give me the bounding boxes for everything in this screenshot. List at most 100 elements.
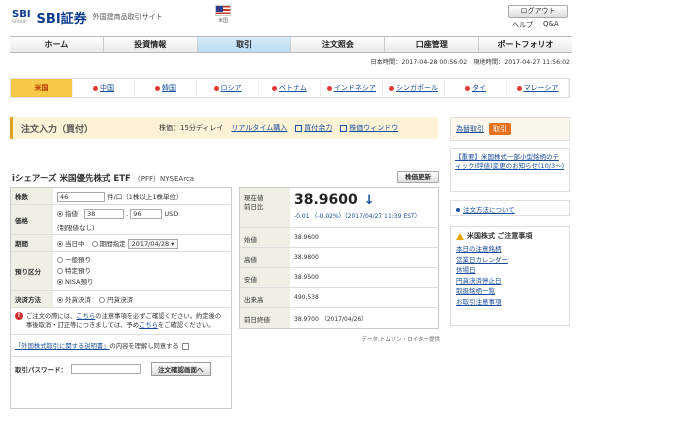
price-note: (制限値なし) <box>57 224 95 232</box>
refresh-price-button[interactable]: 株価更新 <box>397 171 439 183</box>
caution-link[interactable]: 取扱銘柄一覧 <box>456 286 564 297</box>
down-arrow-icon: ↓ <box>363 193 375 208</box>
quote-table: 現在値 前日比 38.9600 ↓ -0.01 （-0.02%）（2017/04/2… <box>239 187 439 329</box>
warning-icon <box>456 232 464 240</box>
tab-vietnam[interactable]: ベトナム <box>259 79 321 97</box>
price-unit: USD <box>164 210 179 218</box>
explanation-doc-link[interactable]: 「外国株式取引に関する説明書」 <box>15 343 109 350</box>
stock-name: iシェアーズ 米国優先株式 ETF <box>12 174 131 184</box>
tab-china[interactable]: 中国 <box>73 79 135 97</box>
quote-row: 出来高 490,538 <box>240 288 438 308</box>
period-specified-label: 期間指定 <box>99 240 126 248</box>
price-change: -0.01 （-0.02%）（2017/04/27 11:39 EST） <box>294 213 421 220</box>
agree-text: の内容を理解し同意する <box>109 343 179 350</box>
caution-link[interactable]: 円貨決済停止日 <box>456 276 564 287</box>
caution-link[interactable]: 休場日 <box>456 265 564 276</box>
password-input[interactable] <box>71 364 141 374</box>
howto-link[interactable]: 注文方法について <box>463 206 515 214</box>
limit-radio[interactable] <box>57 211 63 217</box>
alert-icon: ! <box>15 312 23 320</box>
chart-icon <box>340 124 348 132</box>
period-today-radio[interactable] <box>57 241 63 247</box>
logout-button[interactable]: ログアウト <box>508 5 568 18</box>
tab-us[interactable]: 米国 <box>11 79 73 97</box>
settle-foreign-radio[interactable] <box>57 297 63 303</box>
price-label: 価格 <box>11 205 53 234</box>
tab-singapore[interactable]: シンガポール <box>383 79 445 97</box>
password-row: 取引パスワード： 注文確認画面へ <box>11 357 231 381</box>
stock-code: （PFF）NYSEArca <box>133 175 195 183</box>
nav-trade[interactable]: 取引 <box>197 37 292 52</box>
main-nav: ホーム 投資情報 取引 注文照会 口座管理 ポートフォリオ <box>10 36 572 53</box>
brand-name: SBI証券 <box>36 11 87 27</box>
caution-link[interactable]: 営業日カレンダー <box>456 255 564 266</box>
sbi-logo[interactable]: SBI GROUP SBI証券 外国建商品取引サイト <box>12 6 192 28</box>
nav-order-inquiry[interactable]: 注文照会 <box>291 37 386 52</box>
tab-korea[interactable]: 韓国 <box>135 79 197 97</box>
price-dec-input[interactable]: 96 <box>130 209 163 219</box>
notice-link[interactable]: 【重要】米国株式一部小型銘柄のティック(呼値)変更のお知らせ(10/3～) <box>455 153 564 170</box>
site-name: 外国建商品取引サイト <box>92 13 163 21</box>
period-label: 期間 <box>11 235 53 251</box>
qty-input[interactable]: 46 <box>57 192 105 202</box>
caution-box: 米国株式 ご注意事項 本日の注意銘柄 営業日カレンダー 休場日 円貨決済停止日 … <box>450 226 570 326</box>
current-price: 38.9600 <box>294 192 358 208</box>
account-specific-radio[interactable] <box>57 268 63 274</box>
nav-account[interactable]: 口座管理 <box>385 37 480 52</box>
note-link[interactable]: こちら <box>76 313 95 320</box>
calculator-icon <box>295 124 303 132</box>
data-source: データ:トムソン・ロイター提供 <box>361 337 440 343</box>
caution-link[interactable]: 本日の注意銘柄 <box>456 244 564 255</box>
notice-box: 【重要】米国株式一部小型銘柄のティック(呼値)変更のお知らせ(10/3～) <box>450 148 570 192</box>
settle-yen-radio[interactable] <box>99 297 106 303</box>
fx-trade-button[interactable]: 取引 <box>489 123 511 135</box>
account-option: 特定預り <box>65 267 91 275</box>
period-specified-radio[interactable] <box>91 241 98 247</box>
confirm-order-button[interactable]: 注文確認画面へ <box>151 362 211 376</box>
caution-title: 米国株式 ご注意事項 <box>467 232 533 240</box>
password-label: 取引パスワード： <box>15 366 67 374</box>
help-link[interactable]: ヘルプ <box>512 20 533 30</box>
account-general-radio[interactable] <box>57 257 63 263</box>
settle-option: 外貨決済 <box>65 296 91 304</box>
fx-box: 為替取引 取引 <box>450 117 570 141</box>
logo-mark: SBI GROUP <box>12 9 31 24</box>
nav-home[interactable]: ホーム <box>10 37 104 52</box>
account-option: 一般預り <box>65 256 91 264</box>
period-date-select[interactable]: 2017/04/28 ▾ <box>127 239 179 249</box>
nav-investment-info[interactable]: 投資情報 <box>104 37 198 52</box>
quote-row: 安値 38.9500 <box>240 268 438 288</box>
account-nisa-radio[interactable] <box>57 279 63 285</box>
quote-row: 高値 38.9800 <box>240 248 438 268</box>
us-flag-icon[interactable]: 米国 <box>212 5 234 27</box>
howto-box: 注文方法について <box>450 200 570 216</box>
qa-link[interactable]: Q&A <box>543 20 559 30</box>
tab-indonesia[interactable]: インドネシア <box>321 79 383 97</box>
nav-portfolio[interactable]: ポートフォリオ <box>479 37 572 52</box>
price-int-input[interactable]: 38 <box>84 209 125 219</box>
tab-russia[interactable]: ロシア <box>197 79 259 97</box>
quote-row: 前日終値 38.9700 （2017/04/26） <box>240 308 438 328</box>
quote-row: 始値 38.9600 <box>240 228 438 248</box>
account-label: 預り区分 <box>11 252 53 290</box>
caution-link[interactable]: お取引注意事項 <box>456 297 564 308</box>
stock-title: iシェアーズ 米国優先株式 ETF （PFF）NYSEArca <box>12 172 352 184</box>
realtime-link[interactable]: リアルタイム購入 <box>231 123 287 133</box>
delay-label: 株価：15分ディレイ <box>159 124 224 132</box>
order-bar: 注文入力（買付） 株価：15分ディレイ リアルタイム購入 買付余力 株価ウィンド… <box>10 117 438 139</box>
buying-power-link[interactable]: 買付余力 <box>295 123 332 133</box>
header-links: ヘルプ Q&A <box>512 20 572 30</box>
order-note: ! ご注文の際には、こちらの注意事項を必ずご確認ください。約定後の事後取消・訂正… <box>11 308 231 335</box>
fx-link[interactable]: 為替取引 <box>456 124 484 134</box>
agreement-row: 「外国株式取引に関する説明書」の内容を理解し同意する <box>11 335 231 357</box>
order-form: 株数 46 件/口（1株以上1株単位） 価格 指値 38 . 96 USD (制… <box>10 187 232 409</box>
account-option: NISA預り <box>65 278 94 286</box>
bullet-icon <box>456 208 460 212</box>
note-link[interactable]: こちら <box>139 322 158 329</box>
tab-thailand[interactable]: タイ <box>445 79 507 97</box>
agree-checkbox[interactable] <box>181 342 189 350</box>
price-window-link[interactable]: 株価ウィンドウ <box>340 123 398 133</box>
limit-label: 指値 <box>65 210 78 218</box>
settle-option: 円貨決済 <box>107 296 134 304</box>
tab-malaysia[interactable]: マレーシア <box>507 79 569 97</box>
